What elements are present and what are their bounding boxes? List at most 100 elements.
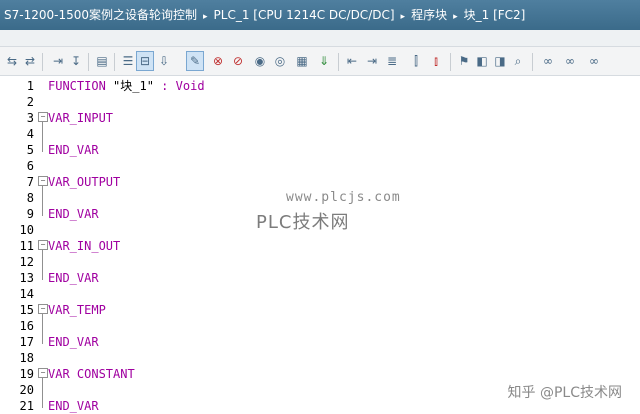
code-text: END_VAR xyxy=(48,143,99,157)
code-line[interactable]: 16 xyxy=(0,318,640,334)
code-line[interactable]: 1 FUNCTION "块_1" : Void xyxy=(0,78,640,94)
line-number: 10 xyxy=(19,223,34,237)
glasses-icon[interactable]: ∞ xyxy=(540,52,556,70)
line-number: 20 xyxy=(19,383,34,397)
glasses-3-icon[interactable]: ∞ xyxy=(586,52,602,70)
code-text: VAR_IN_OUT xyxy=(48,239,121,253)
code-line[interactable]: 4 xyxy=(0,126,640,142)
line-number: 2 xyxy=(26,95,34,109)
line-number: 21 xyxy=(19,399,34,413)
fold-toggle-icon[interactable]: − xyxy=(38,176,48,186)
code-text: END_VAR xyxy=(48,335,99,349)
code-text: VAR_INPUT xyxy=(48,111,114,125)
breadcrumb-separator-icon: ▸ xyxy=(453,12,458,22)
code-editor[interactable]: 1 FUNCTION "块_1" : Void 2 3− VAR_INPUT 4 5 END_… xyxy=(0,76,640,414)
fold-toggle-icon[interactable]: − xyxy=(38,368,48,378)
line-number: 12 xyxy=(19,255,34,269)
download-icon[interactable]: ⇓ xyxy=(316,52,332,70)
line-number: 19 xyxy=(19,367,34,381)
fold-toggle-icon[interactable]: − xyxy=(38,240,48,250)
insert-row-icon[interactable]: ⇥ xyxy=(50,52,66,70)
toolbar-divider xyxy=(42,53,43,71)
code-text: VAR CONSTANT xyxy=(48,367,135,381)
line-number: 1 xyxy=(26,79,34,93)
line-number: 3 xyxy=(26,111,34,125)
code-text: END_VAR xyxy=(48,207,99,221)
breadcrumb: S7-1200-1500案例之设备轮询控制 ▸ PLC_1 [CPU 1214C D… xyxy=(0,0,640,30)
code-line[interactable]: 18 xyxy=(0,350,640,366)
function-name: "块_1" xyxy=(113,79,154,93)
breadcrumb-separator-icon: ▸ xyxy=(400,12,406,22)
code-line[interactable]: 17 END_VAR xyxy=(0,334,640,350)
code-text: END_VAR xyxy=(48,271,99,285)
line-number: 8 xyxy=(26,191,34,205)
insert-network-icon[interactable]: ⇆ xyxy=(4,52,20,70)
code-text: VAR_TEMP xyxy=(48,303,106,317)
line-number: 9 xyxy=(26,207,34,221)
code-line[interactable]: 3− VAR_INPUT xyxy=(0,110,640,152)
add-row-icon[interactable]: ↧ xyxy=(68,52,84,70)
toolbar-spacer xyxy=(0,30,640,46)
bookmark-next-icon[interactable]: ◨ xyxy=(492,52,508,70)
toolbar-divider xyxy=(450,53,451,71)
watermark-corner: 知乎 @PLC技术网 xyxy=(507,385,622,401)
line-number: 7 xyxy=(26,175,34,189)
fold-toggle-icon[interactable]: − xyxy=(38,304,48,314)
comment-icon[interactable]: ⫿ xyxy=(408,52,424,70)
code-line[interactable]: 19− VAR CONSTANT xyxy=(0,366,640,408)
watermark-site: www.plcjs.com xyxy=(286,190,401,205)
breadcrumb-project[interactable]: S7-1200-1500案例之设备轮询控制 xyxy=(4,0,197,30)
line-number: 18 xyxy=(19,351,34,365)
line-number: 4 xyxy=(26,127,34,141)
watermark-brand: PLC技术网 xyxy=(256,212,350,233)
breakpoint-clear-icon[interactable]: ⊘ xyxy=(230,52,246,70)
code-line[interactable]: 11− VAR_IN_OUT xyxy=(0,238,640,280)
line-number: 14 xyxy=(19,287,34,301)
toolbar-divider xyxy=(114,53,115,71)
code-line[interactable]: 7− VAR_OUTPUT xyxy=(0,174,640,216)
code-line[interactable]: 13 END_VAR xyxy=(0,270,640,286)
return-type: Void xyxy=(175,79,205,93)
absolute-operand-icon[interactable]: ⊟ xyxy=(136,51,154,71)
keyword-function: FUNCTION xyxy=(48,79,106,93)
fold-toggle-icon[interactable]: − xyxy=(38,112,48,122)
line-number: 15 xyxy=(19,303,34,317)
glasses-2-icon[interactable]: ∞ xyxy=(562,52,578,70)
expand-icon[interactable]: ⇩ xyxy=(156,52,172,70)
monitor-icon[interactable]: ▦ xyxy=(294,52,310,70)
line-number: 17 xyxy=(19,335,34,349)
breadcrumb-plc[interactable]: PLC_1 [CPU 1214C DC/DC/DC] xyxy=(214,0,395,30)
code-text: VAR_OUTPUT xyxy=(48,175,121,189)
code-text: END_VAR xyxy=(48,399,99,413)
favorites-icon[interactable]: ✎ xyxy=(186,51,204,71)
watch-off-icon[interactable]: ◎ xyxy=(272,52,288,70)
code-line[interactable]: 5 END_VAR xyxy=(0,142,640,158)
toolbar-divider xyxy=(532,53,533,71)
lock-icon[interactable]: ▤ xyxy=(94,52,110,70)
uncomment-icon[interactable]: ⫾ xyxy=(428,52,444,70)
indent-left-icon[interactable]: ⇤ xyxy=(344,52,360,70)
breadcrumb-block[interactable]: 块_1 [FC2] xyxy=(464,0,526,30)
code-line[interactable]: 2 xyxy=(0,94,640,110)
line-number: 6 xyxy=(26,159,34,173)
indent-right-icon[interactable]: ⇥ xyxy=(364,52,380,70)
toolbar-divider xyxy=(338,53,339,71)
code-line[interactable]: 12 xyxy=(0,254,640,270)
delete-network-icon[interactable]: ⇄ xyxy=(22,52,38,70)
bookmark-prev-icon[interactable]: ◧ xyxy=(474,52,490,70)
find-icon[interactable]: ⌕ xyxy=(510,52,526,70)
code-line[interactable]: 14 xyxy=(0,286,640,302)
code-line[interactable]: 15− VAR_TEMP xyxy=(0,302,640,344)
comment-block-icon[interactable]: ☰ xyxy=(120,52,136,70)
align-icon[interactable]: ≣ xyxy=(384,52,400,70)
colon: : xyxy=(161,79,169,93)
bookmark-icon[interactable]: ⚑ xyxy=(456,52,472,70)
code-line[interactable]: 6 xyxy=(0,158,640,174)
breakpoint-icon[interactable]: ⊗ xyxy=(210,52,226,70)
line-number: 13 xyxy=(19,271,34,285)
toolbar-divider xyxy=(88,53,89,71)
editor-toolbar: ⇆ ⇄ ⇥ ↧ ▤ ☰ ⊟ ⇩ ✎ ⊗ ⊘ ◉ ◎ ▦ ⇓ ⇤ ⇥ ≣ ⫿ ⫾ … xyxy=(0,46,640,76)
function-declaration: FUNCTION "块_1" : Void xyxy=(48,78,205,94)
breadcrumb-program-blocks[interactable]: 程序块 xyxy=(411,0,447,30)
watch-icon[interactable]: ◉ xyxy=(252,52,268,70)
